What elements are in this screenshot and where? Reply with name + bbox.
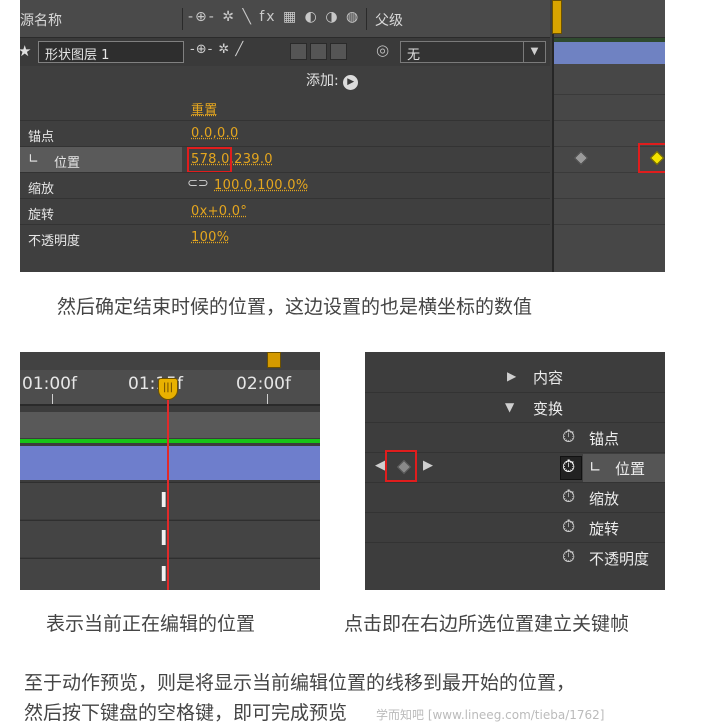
caption-1: 然后确定结束时候的位置，这边设置的也是横坐标的数值 (57, 296, 533, 318)
watermark: 学而知吧 [www.lineeg.com/tieba/1762] (376, 708, 605, 722)
tree-label: 旋转 (589, 520, 620, 538)
prop-label: 不透明度 (28, 234, 81, 249)
track-row (20, 482, 320, 519)
timeline-area[interactable] (552, 0, 665, 272)
property-tree-panel: ▶ 内容 ▼ 变换 ⏱ 锚点 ⏱ ∟ 位置 ⏱ 缩放 ⏱ 旋转 ⏱ 不透明度 ◀… (365, 352, 665, 590)
add-property-button[interactable]: 添加: ▶ (306, 70, 359, 90)
prev-keyframe-icon[interactable]: ◀ (375, 458, 385, 473)
track-row (20, 558, 320, 590)
ruler-label: 02:00f (236, 374, 291, 394)
prop-label: 旋转 (28, 208, 55, 223)
timeline-panel[interactable]: 01:00f 01:15f 02:00f ||| I I I (20, 352, 320, 590)
current-time-indicator-head[interactable]: ||| (158, 378, 178, 400)
tree-row-anchor[interactable]: ⏱ 锚点 (365, 422, 665, 452)
timeline-row (554, 224, 665, 250)
chevron-down-icon: ▼ (523, 42, 545, 62)
stopwatch-icon[interactable]: ⏱ (562, 487, 575, 507)
paragraph-line-2: 然后按下键盘的空格键，即可完成预览 (24, 702, 348, 724)
layer-name-field[interactable]: 形状图层 1 (38, 41, 184, 63)
opacity-value[interactable]: 100% (191, 230, 229, 245)
work-area-bar[interactable] (20, 439, 320, 443)
ruler-tick (267, 394, 268, 404)
tree-label: 变换 (533, 400, 564, 418)
layer-duration-bar[interactable] (554, 42, 665, 64)
triangle-down-icon[interactable]: ▼ (505, 400, 514, 414)
keyframe-marker: I (160, 488, 168, 512)
stopwatch-icon[interactable]: ⏱ (562, 427, 575, 447)
column-header: 源名称 -⊕- ✲ ╲ fx ▦ ◐ ◑ ◍ 父级 (20, 0, 550, 38)
pick-whip-icon[interactable]: ◎ (376, 41, 389, 59)
parent-select-value: 无 (407, 48, 421, 63)
track-row (20, 412, 320, 438)
layer-duration-bar[interactable] (20, 446, 320, 480)
tree-label: 锚点 (589, 430, 620, 448)
prop-row-anchor: 锚点 0.0,0.0 (20, 120, 550, 146)
prop-row-reset: 重置 (20, 94, 550, 120)
column-divider (366, 8, 367, 30)
switch-box[interactable] (310, 43, 327, 60)
playhead-handle[interactable] (552, 0, 562, 34)
current-time-indicator-line[interactable] (167, 384, 169, 590)
track-row (20, 520, 320, 557)
prop-label: 缩放 (28, 182, 55, 197)
tree-label: 缩放 (589, 490, 620, 508)
parent-header[interactable]: 父级 (375, 10, 403, 30)
ruler-tick (52, 394, 53, 404)
next-keyframe-icon[interactable]: ▶ (423, 458, 433, 473)
tree-row-transform[interactable]: ▼ 变换 (365, 392, 665, 422)
rotation-value[interactable]: 0x+0.0° (191, 204, 247, 219)
source-name-header[interactable]: 源名称 (20, 10, 62, 30)
keyframe-marker: I (160, 562, 168, 586)
tree-label: 内容 (533, 369, 564, 387)
paragraph-line-1: 至于动作预览，则是将显示当前编辑位置的线移到最开始的位置， (24, 672, 576, 694)
tree-row-scale[interactable]: ⏱ 缩放 (365, 482, 665, 512)
graph-icon[interactable]: ∟ (28, 152, 39, 167)
star-icon: ★ (20, 42, 32, 60)
timeline-row (554, 172, 665, 198)
ruler-label: 01:00f (22, 374, 77, 394)
play-circle-icon: ▶ (343, 75, 359, 90)
prop-row-rotation: 旋转 0x+0.0° (20, 198, 550, 224)
tree-row-contents[interactable]: ▶ 内容 (365, 362, 665, 392)
timeline-ruler[interactable] (554, 0, 665, 38)
reset-link[interactable]: 重置 (191, 99, 218, 118)
switch-box[interactable] (290, 43, 307, 60)
link-icon[interactable]: ⊂⊃ (187, 176, 209, 191)
switches-header-icons: -⊕- ✲ ╲ fx ▦ ◐ ◑ ◍ (188, 9, 361, 25)
triangle-right-icon[interactable]: ▶ (507, 369, 516, 383)
layer-row[interactable]: ★ 形状图层 1 -⊕- ✲ ╱ ◎ 无 ▼ (20, 38, 550, 66)
work-area-end-handle[interactable] (267, 352, 281, 368)
prop-row-position: ∟ 位置 578.0,239.0 (20, 146, 550, 173)
column-divider (182, 8, 183, 30)
layer-switch-icons[interactable]: -⊕- ✲ ╱ (190, 42, 244, 57)
add-label: 添加: (306, 73, 339, 89)
prop-row-opacity: 不透明度 100% (20, 224, 550, 250)
tree-label: 不透明度 (589, 550, 650, 568)
selected-row-highlight (20, 147, 182, 172)
prop-label: 位置 (54, 156, 81, 171)
scale-value[interactable]: 100.0,100.0% (214, 178, 309, 193)
stopwatch-icon[interactable]: ⏱ (562, 547, 575, 567)
stopwatch-icon[interactable]: ⏱ (562, 517, 575, 537)
parent-select[interactable]: 无 ▼ (400, 41, 546, 63)
timeline-row (554, 198, 665, 224)
anchor-value[interactable]: 0.0,0.0 (191, 126, 239, 141)
prop-row-scale: 缩放 ⊂⊃ 100.0,100.0% (20, 172, 550, 198)
prop-label: 锚点 (28, 130, 55, 145)
caption-2-left: 表示当前正在编辑的位置 (46, 613, 256, 635)
stopwatch-icon[interactable]: ⏱ (562, 457, 575, 477)
switch-box[interactable] (330, 43, 347, 60)
caption-2-right: 点击即在右边所选位置建立关键帧 (344, 613, 630, 635)
tree-row-rotation[interactable]: ⏱ 旋转 (365, 512, 665, 542)
highlight-box (385, 450, 417, 482)
highlight-box (187, 147, 232, 173)
layer-properties-panel: 源名称 -⊕- ✲ ╲ fx ▦ ◐ ◑ ◍ 父级 ★ 形状图层 1 -⊕- ✲… (20, 0, 665, 272)
graph-icon[interactable]: ∟ (589, 458, 602, 476)
tree-row-opacity[interactable]: ⏱ 不透明度 (365, 542, 665, 572)
keyframe-marker: I (160, 526, 168, 550)
timeline-row (554, 94, 665, 120)
tree-label: 位置 (615, 460, 646, 478)
